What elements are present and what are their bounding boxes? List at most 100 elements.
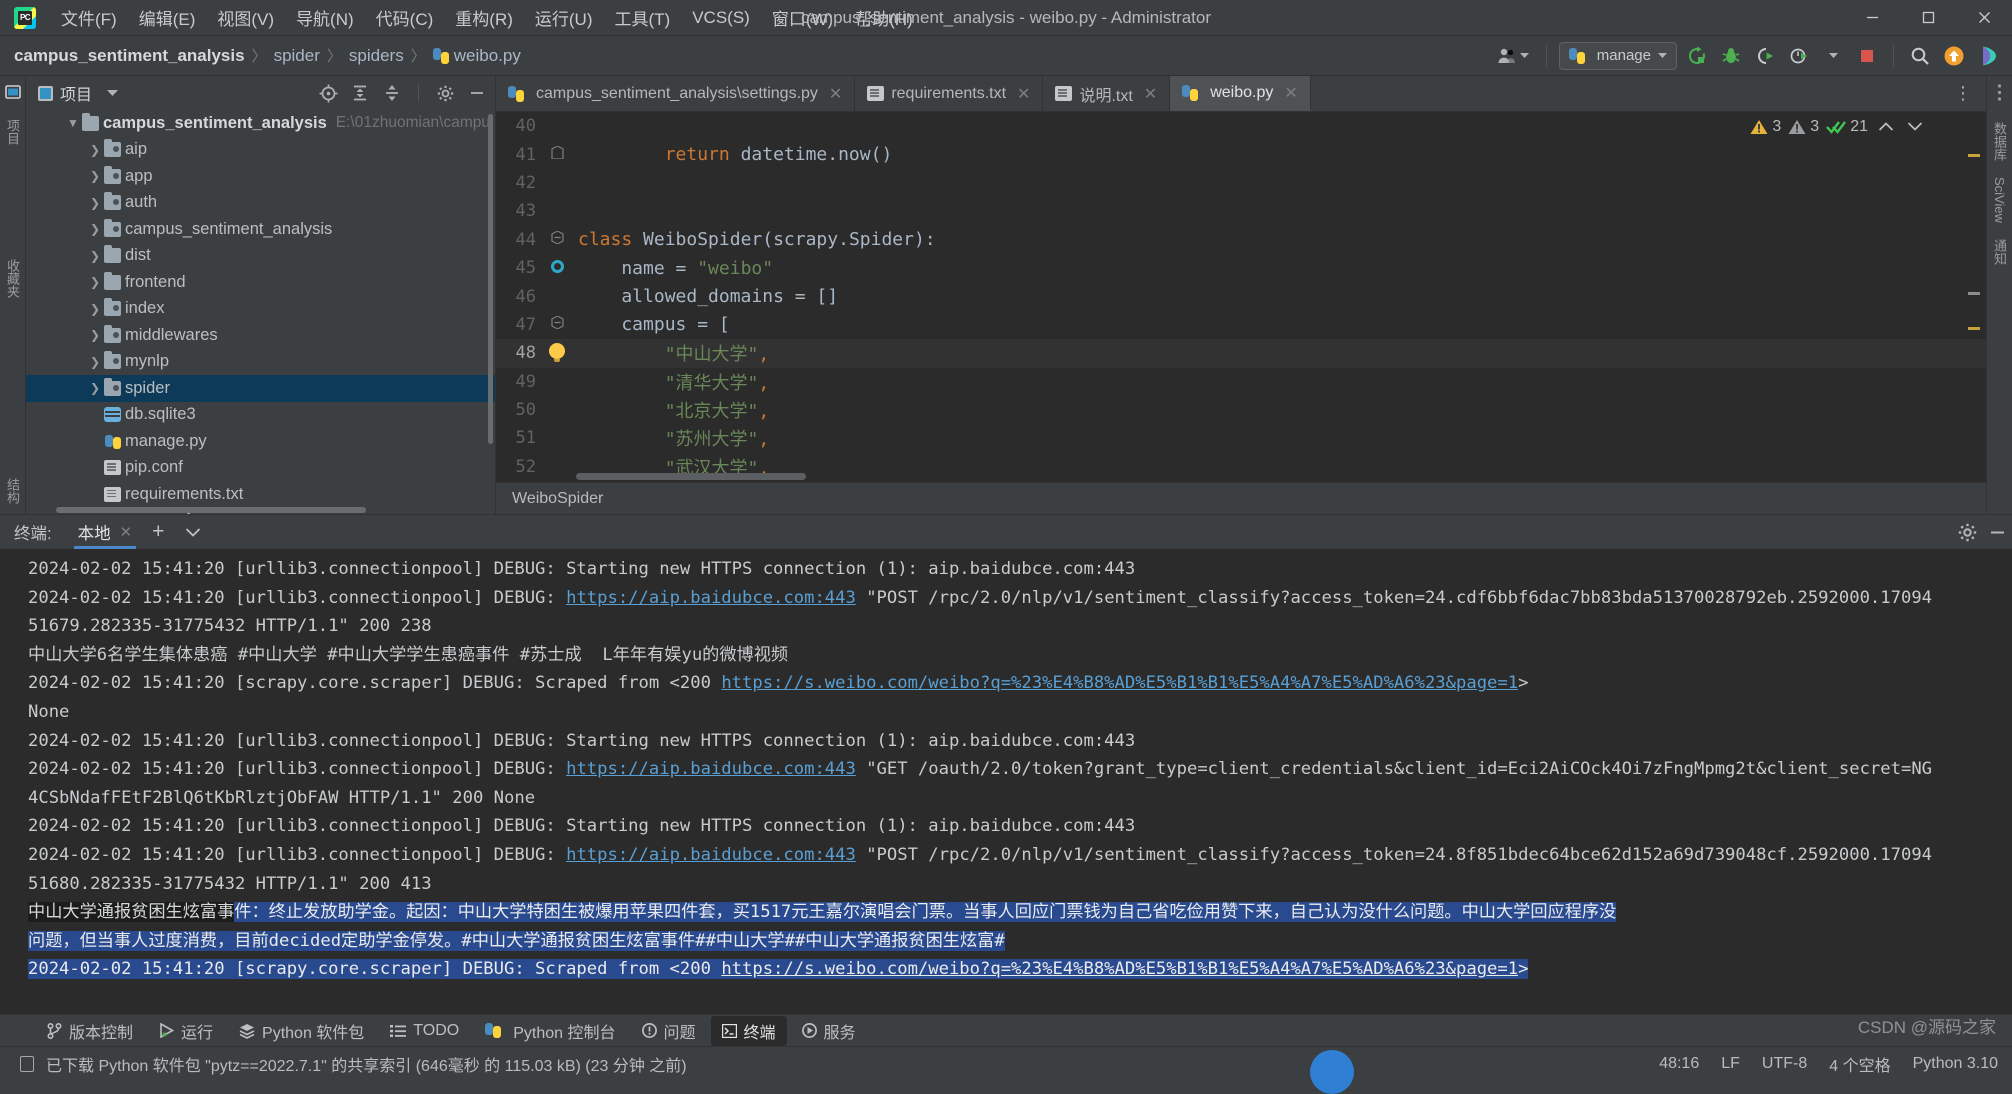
terminal-tab-local[interactable]: 本地 ✕ bbox=[70, 515, 141, 549]
tree-row-middlewares[interactable]: ❯middlewares bbox=[26, 322, 495, 349]
maximize-button[interactable] bbox=[1900, 0, 1956, 36]
menu-run[interactable]: 运行(U) bbox=[524, 1, 604, 34]
tool-button-python-console[interactable]: Python 控制台 bbox=[474, 1016, 626, 1046]
sidebar-tab-favorites[interactable]: 收藏夹 bbox=[3, 259, 22, 298]
breadcrumb-project[interactable]: campus_sentiment_analysis bbox=[14, 46, 245, 66]
indent-setting[interactable]: 4 个空格 bbox=[1829, 1052, 1890, 1076]
terminal-settings-button[interactable] bbox=[1952, 517, 1982, 547]
code-line-47[interactable]: 47 campus = [ bbox=[496, 311, 1986, 339]
tool-button-version-control[interactable]: 版本控制 bbox=[36, 1016, 144, 1046]
code-line-46[interactable]: 46 allowed_domains = [] bbox=[496, 282, 1986, 310]
tool-button-todo[interactable]: TODO bbox=[379, 1019, 470, 1043]
sidebar-tab-sciview[interactable]: SciView bbox=[1992, 177, 2007, 223]
chevron-down-icon[interactable]: ▼ bbox=[64, 116, 82, 130]
updates-button[interactable] bbox=[1940, 42, 1968, 70]
search-everywhere-button[interactable] bbox=[1906, 42, 1934, 70]
line-number[interactable]: 43 bbox=[496, 201, 544, 221]
menu-window[interactable]: 窗口(W) bbox=[761, 1, 844, 34]
hide-terminal-button[interactable] bbox=[1982, 517, 2012, 547]
menu-navigate[interactable]: 导航(N) bbox=[285, 1, 365, 34]
chevron-right-icon[interactable]: ❯ bbox=[86, 222, 104, 236]
new-terminal-button[interactable]: + bbox=[140, 520, 176, 544]
hide-panel-button[interactable] bbox=[465, 81, 489, 105]
code-text[interactable]: "苏州大学", bbox=[570, 425, 769, 451]
project-tree-scrollbar[interactable] bbox=[488, 114, 493, 444]
tree-row-requirements-txt[interactable]: ❯requirements.txt bbox=[26, 481, 495, 508]
tree-row-manage-py[interactable]: ❯manage.py bbox=[26, 428, 495, 455]
line-number[interactable]: 48 bbox=[496, 343, 544, 363]
terminal-output[interactable]: 2024-02-02 15:41:20 [urllib3.connectionp… bbox=[0, 549, 2012, 1014]
terminal-link[interactable]: https://s.weibo.com/weibo?q=%23%E4%B8%AD… bbox=[721, 673, 1518, 693]
tree-row-campus-sentiment-analysis[interactable]: ❯campus_sentiment_analysis bbox=[26, 216, 495, 243]
line-number[interactable]: 40 bbox=[496, 116, 544, 136]
menu-file[interactable]: 文件(F) bbox=[50, 1, 128, 34]
line-number[interactable]: 52 bbox=[496, 457, 544, 477]
close-icon[interactable]: ✕ bbox=[1017, 84, 1030, 104]
stripe-weak-marker[interactable] bbox=[1968, 292, 1980, 295]
sidebar-tab-structure[interactable]: 结构 bbox=[3, 478, 22, 504]
menu-tools[interactable]: 工具(T) bbox=[604, 1, 682, 34]
expand-all-button[interactable] bbox=[348, 81, 372, 105]
editor-tab-weibo[interactable]: weibo.py ✕ bbox=[1170, 76, 1311, 111]
code-fold-icon[interactable] bbox=[544, 231, 570, 248]
project-tool-icon[interactable] bbox=[5, 84, 21, 105]
tool-button-python-packages[interactable]: Python 软件包 bbox=[228, 1016, 375, 1046]
project-tree[interactable]: ▼ campus_sentiment_analysis E:\01zhuomia… bbox=[26, 110, 495, 514]
caret-position[interactable]: 48:16 bbox=[1659, 1055, 1699, 1073]
code-text[interactable]: "中山大学", bbox=[570, 340, 769, 366]
sidebar-tab-project[interactable]: 项目 bbox=[3, 119, 22, 145]
close-icon[interactable]: ✕ bbox=[829, 84, 842, 104]
code-fold-icon[interactable] bbox=[544, 146, 570, 163]
editor-tab-settings[interactable]: campus_sentiment_analysis\settings.py ✕ bbox=[496, 76, 855, 111]
line-number[interactable]: 41 bbox=[496, 145, 544, 165]
menu-code[interactable]: 代码(C) bbox=[365, 1, 445, 34]
error-stripe-markers[interactable] bbox=[1966, 112, 1982, 482]
code-line-50[interactable]: 50 "北京大学", bbox=[496, 396, 1986, 424]
code-text[interactable]: class WeiboSpider(scrapy.Spider): bbox=[570, 229, 936, 250]
tree-row-pip-conf[interactable]: ❯pip.conf bbox=[26, 455, 495, 482]
line-number[interactable]: 42 bbox=[496, 173, 544, 193]
tree-row-frontend[interactable]: ❯frontend bbox=[26, 269, 495, 296]
line-number[interactable]: 44 bbox=[496, 230, 544, 250]
editor-horizontal-scrollbar[interactable] bbox=[576, 473, 806, 480]
rerun-button[interactable] bbox=[1683, 42, 1711, 70]
inspection-widget[interactable]: 3 3 21 bbox=[1750, 118, 1926, 136]
terminal-link[interactable]: https://s.weibo.com/weibo?q=%23%E4%B8%AD… bbox=[721, 959, 1518, 979]
code-line-41[interactable]: 41 return datetime.now() bbox=[496, 140, 1986, 168]
chevron-right-icon[interactable]: ❯ bbox=[86, 328, 104, 342]
chevron-right-icon[interactable]: ❯ bbox=[86, 169, 104, 183]
code-view[interactable]: 40 41 return datetime.now() 42 43 44 class We… bbox=[496, 112, 1986, 482]
tool-button-terminal[interactable]: 终端 bbox=[711, 1016, 787, 1046]
close-button[interactable] bbox=[1956, 0, 2012, 36]
stripe-warning-marker[interactable] bbox=[1968, 154, 1980, 157]
line-number[interactable]: 46 bbox=[496, 287, 544, 307]
sidebar-tab-database[interactable]: 数据库 bbox=[1990, 122, 2009, 161]
tool-button-run[interactable]: 运行 bbox=[148, 1016, 224, 1046]
profile-button[interactable] bbox=[1785, 42, 1813, 70]
stripe-warning-marker-2[interactable] bbox=[1968, 327, 1980, 330]
breadcrumb-spiders[interactable]: spiders bbox=[349, 46, 404, 66]
tree-row-spider[interactable]: ❯spider bbox=[26, 375, 495, 402]
tool-button-services[interactable]: 服务 bbox=[791, 1016, 867, 1046]
chevron-right-icon[interactable]: ❯ bbox=[86, 249, 104, 263]
menu-help[interactable]: 帮助(H) bbox=[844, 1, 924, 34]
tree-row-mynlp[interactable]: ❯mynlp bbox=[26, 349, 495, 376]
code-line-48[interactable]: 48 "中山大学", bbox=[496, 339, 1986, 367]
terminal-link[interactable]: https://aip.baidubce.com:443 bbox=[566, 588, 856, 608]
code-line-45[interactable]: 45 name = "weibo" bbox=[496, 254, 1986, 282]
gear-icon[interactable] bbox=[433, 81, 457, 105]
run-gutter-icon[interactable] bbox=[544, 260, 570, 277]
code-line-49[interactable]: 49 "清华大学", bbox=[496, 368, 1986, 396]
close-icon[interactable]: ✕ bbox=[1144, 84, 1157, 104]
breadcrumb-file[interactable]: weibo.py bbox=[433, 46, 521, 66]
run-coverage-button[interactable] bbox=[1751, 42, 1779, 70]
close-icon[interactable]: ✕ bbox=[1284, 83, 1297, 103]
menu-edit[interactable]: 编辑(E) bbox=[128, 1, 207, 34]
terminal-link[interactable]: https://aip.baidubce.com:443 bbox=[566, 759, 856, 779]
chevron-right-icon[interactable]: ❯ bbox=[86, 196, 104, 210]
project-view-dropdown[interactable] bbox=[100, 81, 124, 105]
sidebar-tab-notifications[interactable]: 通知 bbox=[1990, 239, 2009, 265]
code-fold-icon[interactable] bbox=[544, 316, 570, 333]
menu-vcs[interactable]: VCS(S) bbox=[681, 4, 761, 32]
chevron-right-icon[interactable]: ❯ bbox=[86, 302, 104, 316]
